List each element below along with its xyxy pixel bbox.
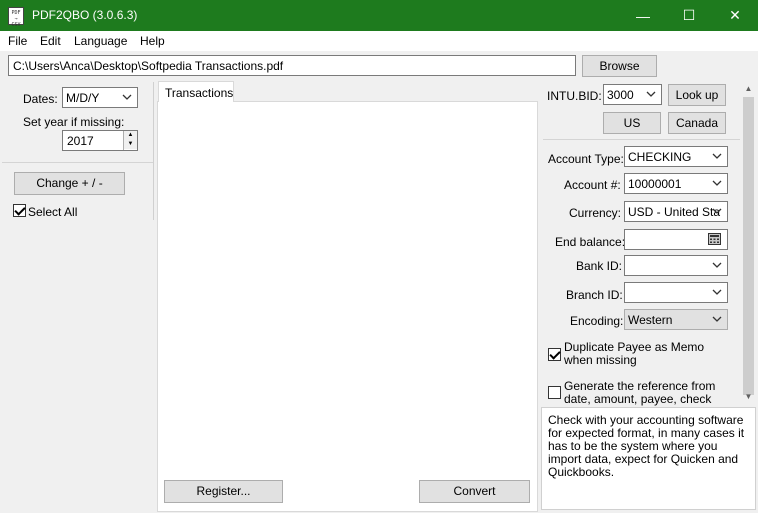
chevron-down-icon (712, 262, 722, 268)
intu-bid-select[interactable]: 3000 (603, 84, 662, 105)
menu-help[interactable]: Help (140, 34, 165, 48)
window-title: PDF2QBO (3.0.6.3) (32, 8, 138, 22)
chevron-down-icon (712, 316, 722, 322)
chevron-down-icon (712, 208, 722, 214)
calculator-icon[interactable] (708, 233, 721, 245)
account-number-value: 10000001 (628, 177, 682, 191)
year-value: 2017 (67, 134, 94, 148)
menu-edit[interactable]: Edit (40, 34, 61, 48)
bank-id-label: Bank ID: (576, 259, 623, 273)
set-year-label: Set year if missing: (23, 115, 125, 129)
minimize-button[interactable]: — (620, 0, 666, 31)
dates-format-value: M/D/Y (66, 91, 100, 105)
chevron-down-icon (122, 94, 132, 100)
currency-select[interactable]: USD - United Sta (624, 201, 728, 222)
file-path-input[interactable]: C:\Users\Anca\Desktop\Softpedia Transact… (8, 55, 576, 76)
account-type-select[interactable]: CHECKING (624, 146, 728, 167)
menu-language[interactable]: Language (74, 34, 127, 48)
year-spinner[interactable]: 2017 ▲ ▼ (62, 130, 138, 151)
duplicate-payee-label: Duplicate Payee as Memo when missing (564, 340, 705, 367)
account-type-value: CHECKING (628, 150, 692, 164)
browse-button[interactable]: Browse (582, 55, 657, 77)
branch-id-label: Branch ID: (566, 288, 623, 302)
maximize-button[interactable]: ☐ (666, 0, 712, 31)
spin-down-icon[interactable]: ▼ (124, 140, 137, 149)
generate-reference-checkbox[interactable] (548, 386, 561, 399)
canada-button[interactable]: Canada (668, 112, 726, 134)
account-number-select[interactable]: 10000001 (624, 173, 728, 194)
close-button[interactable]: ✕ (712, 0, 758, 31)
help-text: Check with your accounting software for … (548, 413, 745, 479)
title-bar: PDF → CSV PDF2QBO (3.0.6.3) — ☐ ✕ (0, 0, 758, 31)
transactions-list[interactable] (157, 101, 538, 512)
spin-up-icon[interactable]: ▲ (124, 131, 137, 140)
convert-button[interactable]: Convert (419, 480, 530, 503)
duplicate-payee-checkbox[interactable] (548, 348, 561, 361)
register-button[interactable]: Register... (164, 480, 283, 503)
chevron-down-icon (712, 289, 722, 295)
generate-reference-label: Generate the reference from date, amount… (564, 379, 716, 406)
end-balance-input[interactable] (624, 229, 728, 250)
app-icon: PDF → CSV (8, 7, 24, 28)
account-type-label: Account Type: (548, 152, 624, 166)
bank-id-select[interactable] (624, 255, 728, 276)
chevron-down-icon (646, 91, 656, 97)
account-number-label: Account #: (564, 178, 621, 192)
tab-transactions[interactable]: Transactions (158, 81, 234, 102)
settings-scrollbar[interactable]: ▲ ▼ (741, 82, 756, 404)
menu-bar: File Edit Language Help (0, 31, 758, 51)
encoding-select[interactable]: Western (624, 309, 728, 330)
scrollbar-thumb[interactable] (743, 97, 754, 395)
intu-bid-label: INTU.BID: (547, 89, 602, 103)
dates-format-select[interactable]: M/D/Y (62, 87, 138, 108)
menu-file[interactable]: File (8, 34, 27, 48)
intu-bid-value: 3000 (607, 88, 634, 102)
select-all-label: Select All (28, 205, 78, 219)
help-text-box: Check with your accounting software for … (541, 407, 756, 510)
currency-label: Currency: (569, 206, 622, 220)
branch-id-select[interactable] (624, 282, 728, 303)
chevron-down-icon (712, 180, 722, 186)
scroll-up-icon[interactable]: ▲ (741, 82, 756, 96)
change-sign-button[interactable]: Change + / - (14, 172, 125, 195)
currency-value: USD - United Sta (628, 205, 721, 219)
lookup-button[interactable]: Look up (668, 84, 726, 106)
end-balance-label: End balance: (555, 235, 626, 249)
dates-label: Dates: (23, 92, 58, 106)
encoding-label: Encoding: (570, 314, 624, 328)
chevron-down-icon (712, 153, 722, 159)
us-button[interactable]: US (603, 112, 661, 134)
encoding-value: Western (628, 313, 673, 327)
scroll-down-icon[interactable]: ▼ (741, 390, 756, 404)
select-all-checkbox[interactable] (13, 204, 26, 217)
transactions-tab-area: Transactions (157, 81, 538, 513)
